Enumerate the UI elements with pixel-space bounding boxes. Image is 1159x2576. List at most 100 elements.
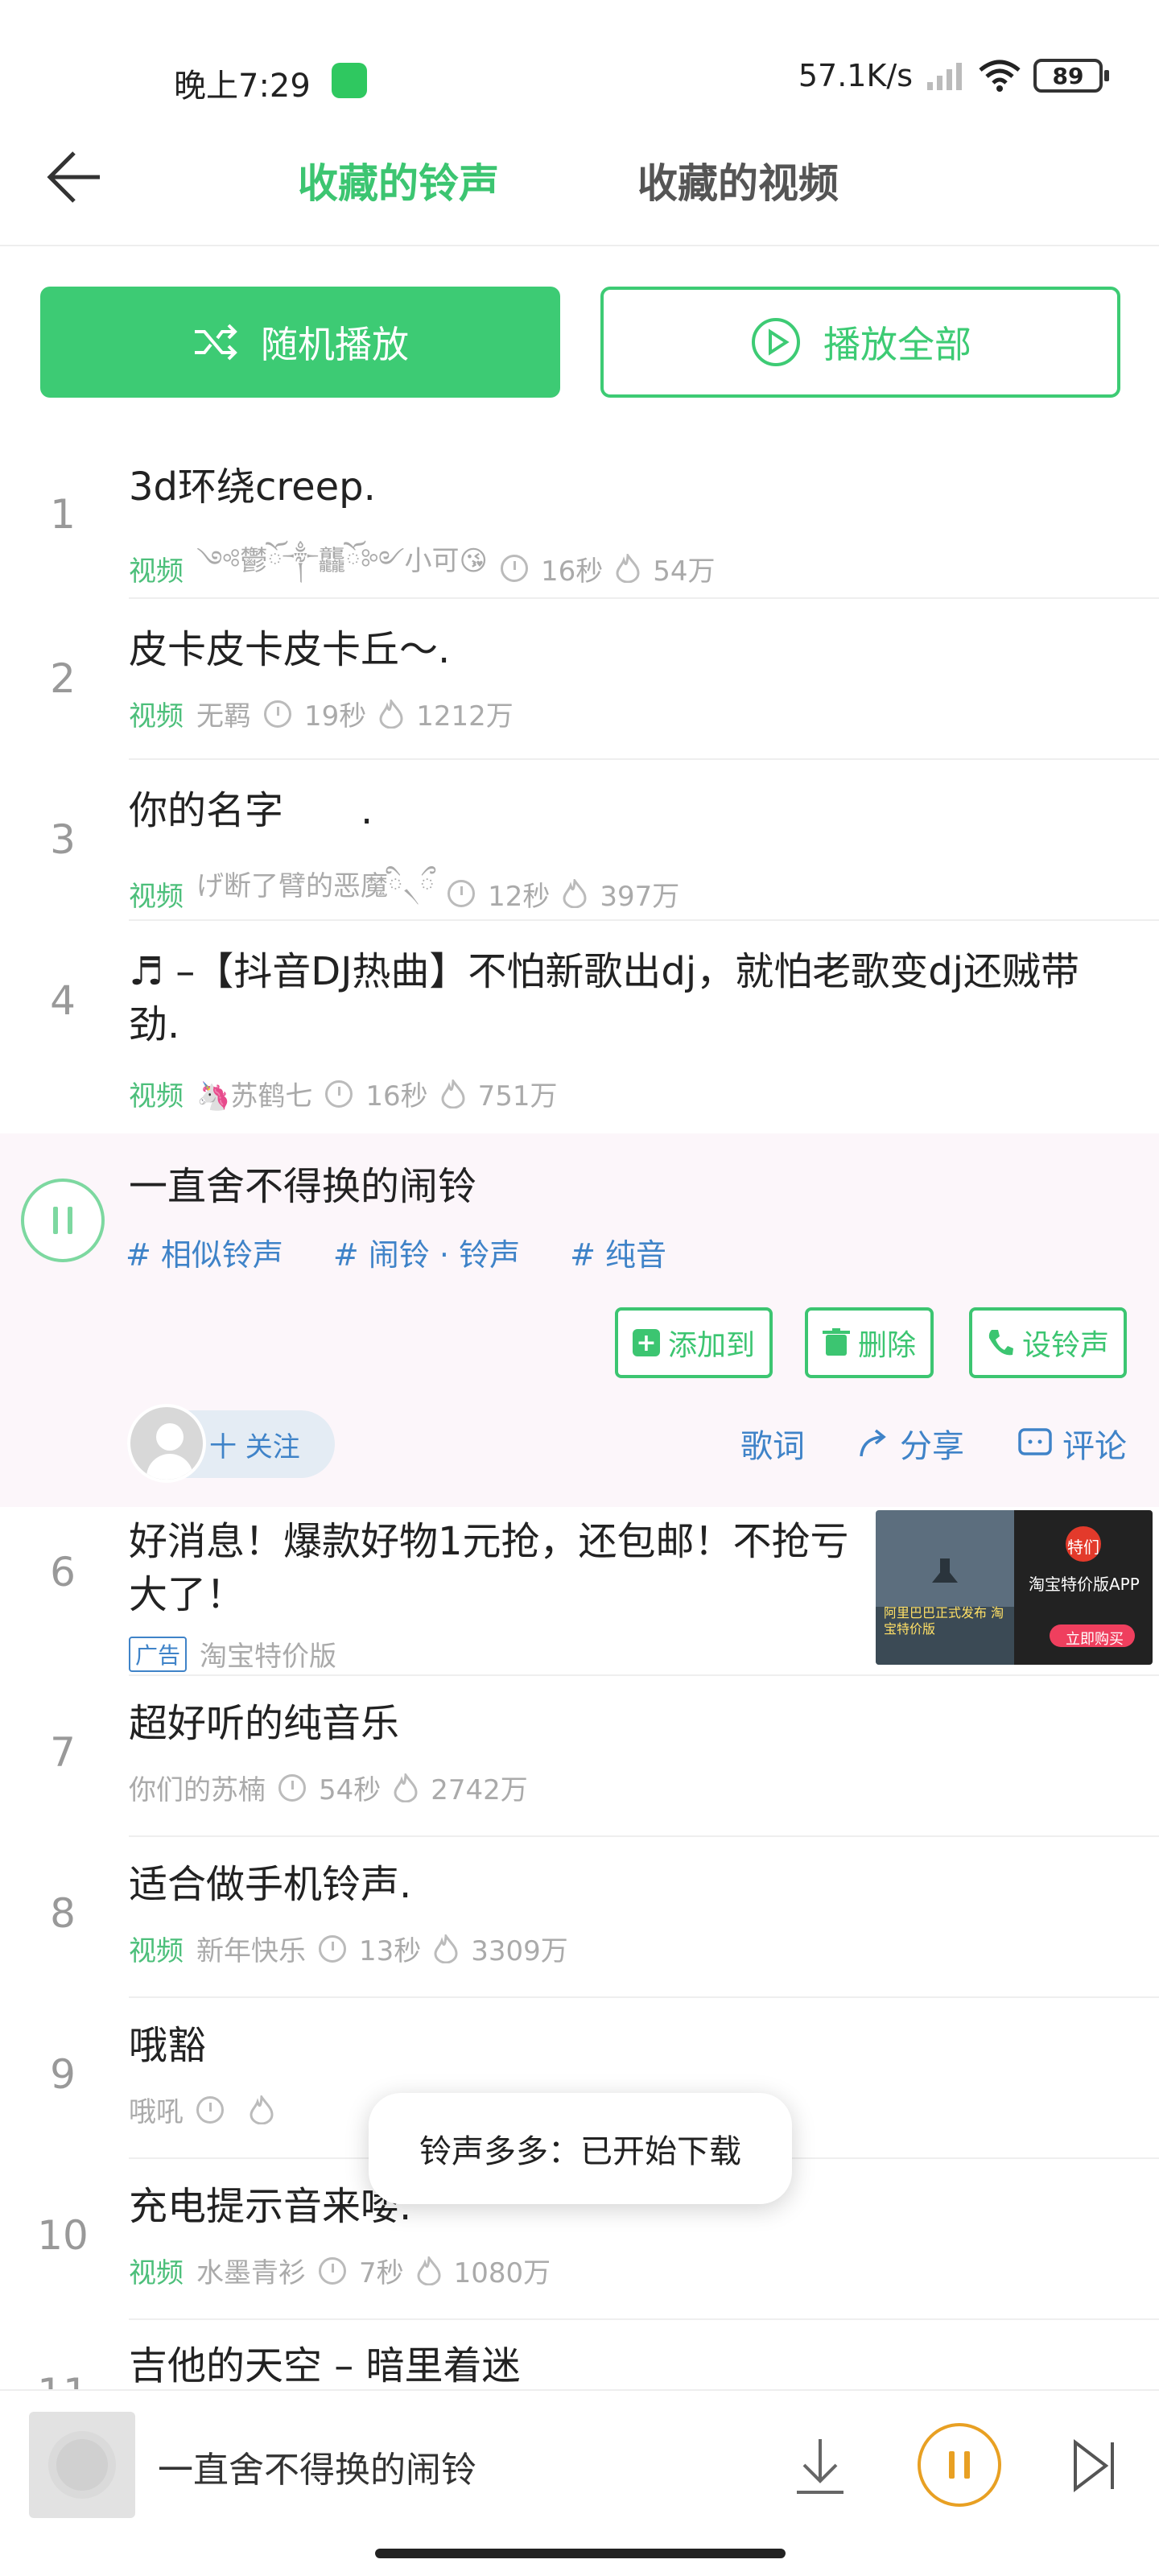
item-index: 4 — [50, 977, 76, 1024]
shuffle-play-button[interactable]: 随机播放 — [40, 287, 560, 398]
ad-meta: 广告 淘宝特价版 — [129, 1634, 336, 1674]
share-label: 分享 — [900, 1428, 964, 1465]
delete-button[interactable]: 删除 — [805, 1307, 934, 1378]
player-cover[interactable] — [29, 2412, 135, 2518]
list-item[interactable]: 2 皮卡皮卡皮卡丘～. 视频 无羁 19秒 1212万 — [0, 599, 1159, 760]
shuffle-label: 随机播放 — [261, 323, 409, 366]
list-item[interactable]: 7 超好听的纯音乐 你们的苏楠 54秒 2742万 — [0, 1676, 1159, 1837]
hashtag-alarm[interactable]: # 闹铃 · 铃声 — [333, 1230, 520, 1274]
clock-icon — [278, 1773, 306, 1802]
next-track-icon[interactable] — [1070, 2438, 1119, 2494]
item-plays: 2742万 — [431, 1774, 528, 1806]
mini-player[interactable]: 一直舍不得换的闹铃 — [0, 2389, 1159, 2526]
status-bar: 晚上7:29 57.1K/s 89 — [0, 0, 1159, 145]
item-index: 6 — [50, 1549, 76, 1596]
list-item[interactable]: 11 吉他的天空 – 暗里着迷 — [0, 2320, 1159, 2389]
flame-icon — [417, 2256, 441, 2285]
phone-icon — [988, 1330, 1013, 1356]
trash-icon — [823, 1328, 850, 1356]
add-to-button[interactable]: + 添加到 — [615, 1307, 773, 1378]
item-duration: 13秒 — [359, 1935, 422, 1967]
item-author: ༺鬱ོ༒龘ོ༻小可😘 — [196, 545, 488, 577]
item-index: 3 — [50, 816, 76, 863]
shuffle-icon — [195, 324, 237, 361]
item-pause-button[interactable] — [21, 1179, 105, 1262]
delete-label: 删除 — [858, 1329, 917, 1362]
item-index: 9 — [50, 2051, 76, 2098]
comment-label: 评论 — [1062, 1428, 1127, 1465]
list-item[interactable]: 1 3d环绕creep. 视频 ༺鬱ོ༒龘ོ༻小可😘 16秒 54万 — [0, 435, 1159, 599]
item-meta: 视频 无羁 19秒 1212万 — [129, 694, 514, 733]
signal-icon — [927, 63, 962, 90]
item-plays: 54万 — [653, 555, 716, 588]
back-arrow-icon[interactable] — [42, 145, 106, 209]
video-tag: 视频 — [129, 700, 184, 733]
tab-favorite-ringtones[interactable]: 收藏的铃声 — [298, 151, 499, 209]
clock-icon — [448, 880, 476, 907]
item-author: 🦄苏鹤七 — [196, 1080, 313, 1113]
list-item[interactable]: 8 适合做手机铃声. 视频 新年快乐 13秒 3309万 — [0, 1837, 1159, 1998]
item-meta: 哦吼 — [129, 2090, 287, 2129]
download-toast: 铃声多多：已开始下载 — [369, 2093, 792, 2204]
item-duration: 7秒 — [359, 2257, 404, 2289]
share-icon — [860, 1429, 886, 1457]
flame-icon — [434, 1934, 458, 1963]
flame-icon — [441, 1079, 465, 1108]
status-time: 晚上7:29 — [174, 68, 311, 105]
clock-icon — [264, 700, 291, 728]
hashtag-similar[interactable]: # 相似铃声 — [126, 1230, 283, 1274]
ad-thumbnail[interactable]: 特们 淘宝特价版APP 立即购买 阿里巴巴正式发布 淘宝特价版 — [876, 1510, 1153, 1665]
hashtag-pure-music[interactable]: # 纯音 — [570, 1230, 666, 1274]
ad-thumb-button: 立即购买 — [1066, 1631, 1124, 1648]
item-meta: 视频 ༺鬱ོ༒龘ོ༻小可😘 16秒 54万 — [129, 530, 716, 607]
item-author: 你们的苏楠 — [129, 1774, 266, 1806]
flame-icon — [616, 554, 640, 583]
video-tag: 视频 — [129, 2257, 184, 2289]
active-list-item[interactable]: 一直舍不得换的闹铃 # 相似铃声 # 闹铃 · 铃声 # 纯音 + 添加到 删除… — [0, 1133, 1159, 1507]
player-pause-button[interactable] — [918, 2423, 1001, 2507]
play-all-label: 播放全部 — [823, 323, 971, 366]
item-index: 10 — [37, 2212, 89, 2259]
follow-label: 十 关注 — [209, 1431, 300, 1463]
item-title: 超好听的纯音乐 — [129, 1701, 400, 1746]
flame-icon — [250, 2095, 274, 2124]
ad-source: 淘宝特价版 — [200, 1641, 337, 1673]
item-plays: 1212万 — [416, 700, 514, 733]
set-ringtone-button[interactable]: 设铃声 — [969, 1307, 1128, 1378]
ad-thumb-app: 淘宝特价版APP — [1029, 1575, 1140, 1594]
share-button[interactable]: 分享 — [858, 1420, 964, 1467]
item-duration: 54秒 — [319, 1774, 382, 1806]
item-index: 11 — [0, 2370, 126, 2389]
play-circle-icon — [752, 318, 800, 366]
hashtag-list: # 相似铃声 # 闹铃 · 铃声 # 纯音 — [126, 1230, 666, 1274]
header: 收藏的铃声 收藏的视频 — [0, 129, 1159, 246]
item-title: 皮卡皮卡皮卡丘～. — [129, 627, 451, 672]
item-index: 2 — [50, 655, 76, 702]
item-meta: 你们的苏楠 54秒 2742万 — [129, 1768, 528, 1807]
item-author: 无羁 — [196, 700, 251, 733]
item-index: 1 — [50, 491, 76, 538]
list-item[interactable]: 4 ♬ –【抖音DJ热曲】不怕新歌出dj，就怕老歌变dj还贼带劲. 视频 🦄苏鹤… — [0, 921, 1159, 1133]
ad-thumb-caption: 阿里巴巴正式发布 淘宝特价版 — [884, 1605, 1004, 1637]
network-speed: 57.1K/s — [798, 58, 913, 93]
wifi-icon — [979, 60, 1021, 92]
comment-button[interactable]: 评论 — [1017, 1420, 1127, 1467]
lyrics-link[interactable]: 歌词 — [740, 1420, 805, 1467]
clock-icon — [319, 2256, 346, 2285]
item-meta: 视频 新年快乐 13秒 3309万 — [129, 1929, 568, 1968]
item-title: 哦豁 — [129, 2023, 207, 2068]
ad-badge: 广告 — [129, 1636, 188, 1672]
item-title: ♬ –【抖音DJ热曲】不怕新歌出dj，就怕老歌变dj还贼带劲. — [129, 949, 1080, 1047]
download-icon[interactable] — [792, 2434, 848, 2499]
tab-favorite-videos[interactable]: 收藏的视频 — [637, 151, 839, 209]
clock-icon — [196, 2095, 224, 2124]
video-tag: 视频 — [129, 880, 184, 913]
play-all-button[interactable]: 播放全部 — [600, 287, 1120, 398]
follow-button[interactable]: 十 关注 — [127, 1404, 335, 1483]
list-item[interactable]: 3 你的名字 . 视频 げ断了臂的恶魔ི৲ྀ 12秒 397万 — [0, 760, 1159, 921]
status-right: 57.1K/s 89 — [798, 58, 1109, 93]
player-title: 一直舍不得换的闹铃 — [158, 2450, 476, 2491]
item-author: 新年快乐 — [196, 1935, 306, 1967]
home-indicator[interactable] — [375, 2549, 786, 2558]
item-title: 你的名字 . — [129, 788, 373, 833]
